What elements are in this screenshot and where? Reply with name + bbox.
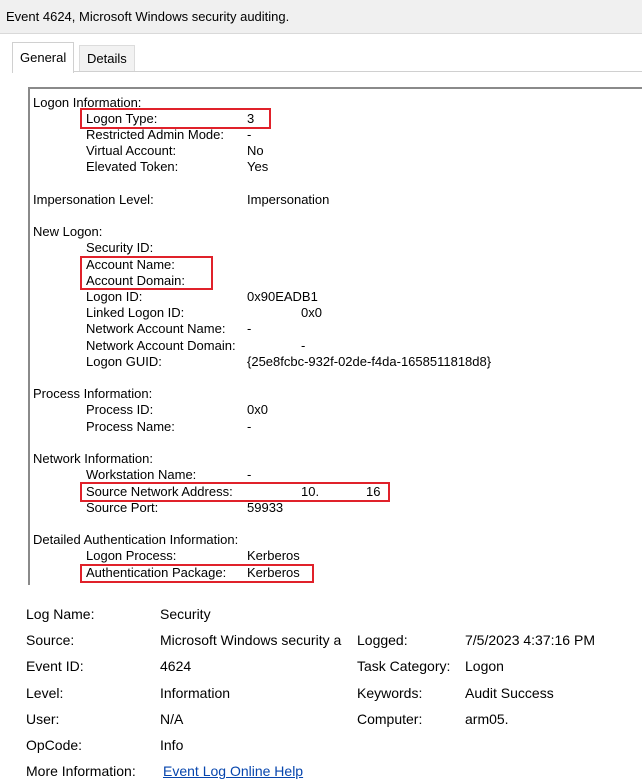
network-account-name-label: Network Account Name: [86,321,226,336]
highlight-source-network-address [80,482,390,502]
event-id-value: 4624 [160,658,192,674]
more-information-label: More Information: [26,763,136,779]
process-id-label: Process ID: [86,402,154,417]
source-port-label: Source Port: [86,500,159,515]
source-value: Microsoft Windows security a [160,632,342,648]
new-logon-heading: New Logon: [33,224,103,239]
event-description-box[interactable]: Logon Information: Logon Type: 3 Restric… [28,87,642,585]
level-value: Information [160,685,231,701]
log-name-label: Log Name: [26,606,95,622]
window-title-bar: Event 4624, Microsoft Windows security a… [0,0,642,34]
elevated-token-label: Elevated Token: [86,159,179,174]
highlight-logon-type [80,108,271,129]
logon-id-value: 0x90EADB1 [247,289,318,304]
process-name-value: - [247,419,252,434]
event-log-online-help-link[interactable]: Event Log Online Help [163,762,303,780]
linked-logon-id-value: 0x0 [301,305,322,320]
detailed-auth-heading: Detailed Authentication Information: [33,532,239,547]
user-label: User: [26,711,60,727]
restricted-admin-label: Restricted Admin Mode: [86,127,225,142]
logon-guid-label: Logon GUID: [86,354,162,369]
opcode-value: Info [160,737,184,753]
source-port-value: 59933 [247,500,284,515]
process-name-label: Process Name: [86,419,175,434]
network-account-domain-label: Network Account Domain: [86,338,236,353]
source-label: Source: [26,632,75,648]
network-information-heading: Network Information: [33,451,153,466]
keywords-value: Audit Success [465,685,554,701]
tab-divider [12,71,642,72]
highlight-account-name-domain [80,256,213,290]
security-id-label: Security ID: [86,240,154,255]
network-account-name-value: - [247,321,252,336]
virtual-account-value: No [247,143,264,158]
logon-guid-value: {25e8fcbc-932f-02de-f4da-1658511818d8} [247,354,492,369]
user-value: N/A [160,711,184,727]
network-account-domain-value: - [301,338,306,353]
level-label: Level: [26,685,64,701]
elevated-token-value: Yes [247,159,269,174]
tab-strip: General Details [12,42,642,73]
logon-process-value: Kerberos [247,548,300,563]
event-id-label: Event ID: [26,658,84,674]
logged-label: Logged: [357,632,408,648]
keywords-label: Keywords: [357,685,423,701]
restricted-admin-value: - [247,127,252,142]
process-information-heading: Process Information: [33,386,153,401]
computer-value: arm05. [465,711,509,727]
process-id-value: 0x0 [247,402,268,417]
log-name-value: Security [160,606,211,622]
impersonation-level-value: Impersonation [247,192,330,207]
task-category-label: Task Category: [357,658,451,674]
linked-logon-id-label: Linked Logon ID: [86,305,185,320]
workstation-name-label: Workstation Name: [86,467,197,482]
logon-id-label: Logon ID: [86,289,143,304]
window-title: Event 4624, Microsoft Windows security a… [6,9,290,24]
virtual-account-label: Virtual Account: [86,143,177,158]
highlight-authentication-package [80,564,314,583]
computer-label: Computer: [357,711,423,727]
task-category-value: Logon [465,658,504,674]
workstation-name-value: - [247,467,252,482]
opcode-label: OpCode: [26,737,83,753]
tab-general[interactable]: General [12,42,75,73]
logon-process-label: Logon Process: [86,548,177,563]
impersonation-level-label: Impersonation Level: [33,192,154,207]
tab-details[interactable]: Details [79,45,135,72]
logged-value: 7/5/2023 4:37:16 PM [465,632,595,648]
